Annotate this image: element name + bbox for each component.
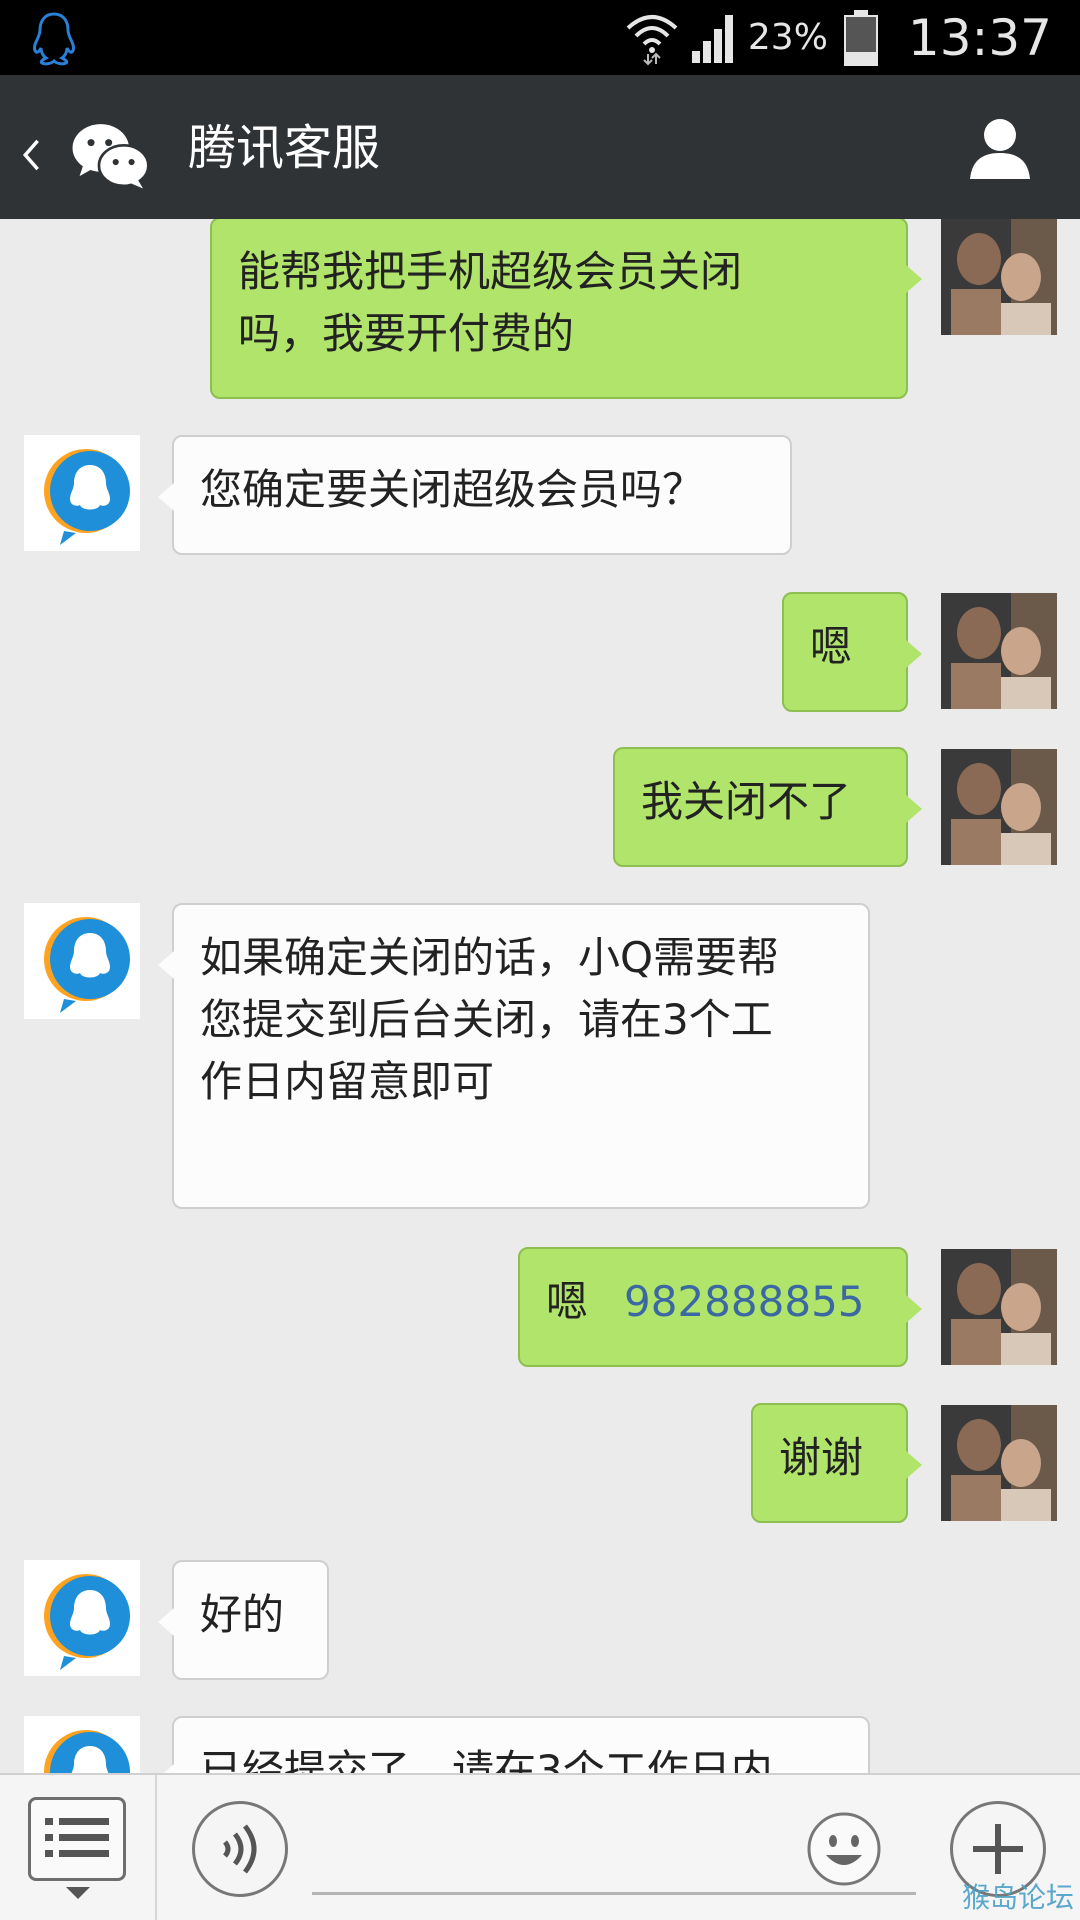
message-text: 嗯 — [546, 1277, 589, 1326]
qq-notification-icon — [33, 12, 75, 66]
voice-icon — [223, 1824, 257, 1874]
message-list[interactable]: 能帮我把手机超级会员关闭 吗，我要开付费的 您确定要关闭超级会员吗？ 嗯 我关闭… — [0, 219, 1080, 1773]
battery-icon — [843, 9, 878, 66]
back-button[interactable] — [20, 115, 150, 195]
my-avatar[interactable] — [941, 593, 1057, 709]
message-text: 嗯 — [810, 622, 853, 671]
status-icons: 23% 13:37 — [624, 0, 1052, 75]
service-avatar[interactable] — [24, 435, 140, 551]
emoji-icon[interactable] — [806, 1811, 882, 1887]
status-bar: 23% 13:37 — [0, 0, 1080, 75]
phone-number-link[interactable]: 982888855 — [624, 1277, 865, 1326]
message-text: 您确定要关闭超级会员吗？ — [200, 465, 705, 514]
wifi-icon — [626, 14, 678, 65]
list-icon — [45, 1818, 109, 1857]
qq-logo-icon — [44, 1730, 130, 1773]
sent-message-bubble[interactable]: 嗯 — [782, 592, 922, 712]
qq-logo-icon — [44, 917, 130, 1013]
avatar-photo — [941, 219, 1057, 335]
input-bar: 猴岛论坛 — [0, 1773, 1080, 1920]
message-text: 我关闭不了 — [641, 777, 852, 826]
avatar-photo — [941, 1405, 1057, 1521]
message-text: 您提交到后台关闭，请在3个工 — [200, 995, 773, 1044]
clock: 13:37 — [907, 8, 1052, 67]
sent-message-bubble[interactable]: 我关闭不了 — [613, 747, 922, 867]
voice-input-button[interactable] — [192, 1801, 288, 1897]
chevron-left-icon — [22, 139, 39, 171]
received-message-bubble[interactable]: 您确定要关闭超级会员吗？ — [158, 435, 792, 555]
chat-header: 腾讯客服 — [0, 75, 1080, 219]
message-text: 吗，我要开付费的 — [238, 309, 575, 358]
received-message-bubble[interactable]: 好的 — [158, 1560, 329, 1680]
sent-message-bubble[interactable]: 能帮我把手机超级会员关闭 吗，我要开付费的 — [210, 219, 922, 399]
my-avatar[interactable] — [941, 1405, 1057, 1521]
received-message-bubble[interactable]: 已经提交了，请在3个工作日内 — [158, 1716, 870, 1773]
service-avatar[interactable] — [24, 1716, 140, 1773]
received-message-bubble[interactable]: 如果确定关闭的话，小Q需要帮 您提交到后台关闭，请在3个工 作日内留意即可 — [158, 903, 870, 1209]
sent-message-bubble[interactable]: 嗯 982888855 — [518, 1247, 922, 1367]
watermark: 猴岛论坛 — [961, 1881, 1074, 1914]
avatar-photo — [941, 749, 1057, 865]
message-text: 如果确定关闭的话，小Q需要帮 — [200, 933, 780, 982]
avatar-photo — [941, 593, 1057, 709]
my-avatar[interactable] — [941, 749, 1057, 865]
chevron-down-icon — [66, 1887, 90, 1899]
wechat-logo-icon — [72, 124, 150, 189]
chat-title: 腾讯客服 — [188, 120, 381, 176]
divider — [155, 1775, 157, 1920]
qq-logo-icon — [44, 449, 130, 545]
menu-toggle-button[interactable] — [28, 1797, 126, 1881]
qq-logo-icon — [44, 1574, 130, 1670]
service-avatar[interactable] — [24, 903, 140, 1019]
message-text: 谢谢 — [779, 1433, 864, 1482]
message-text: 已经提交了，请在3个工作日内 — [200, 1746, 773, 1773]
battery-percent: 23% — [747, 17, 828, 58]
message-text: 能帮我把手机超级会员关闭 — [238, 247, 743, 296]
sent-message-bubble[interactable]: 谢谢 — [751, 1403, 922, 1523]
signal-strength-icon — [691, 14, 733, 63]
avatar-photo — [941, 1249, 1057, 1365]
my-avatar[interactable] — [941, 219, 1057, 335]
message-text: 作日内留意即可 — [200, 1057, 495, 1106]
message-text: 好的 — [200, 1590, 285, 1639]
service-avatar[interactable] — [24, 1560, 140, 1676]
my-avatar[interactable] — [941, 1249, 1057, 1365]
profile-icon[interactable] — [968, 115, 1032, 181]
